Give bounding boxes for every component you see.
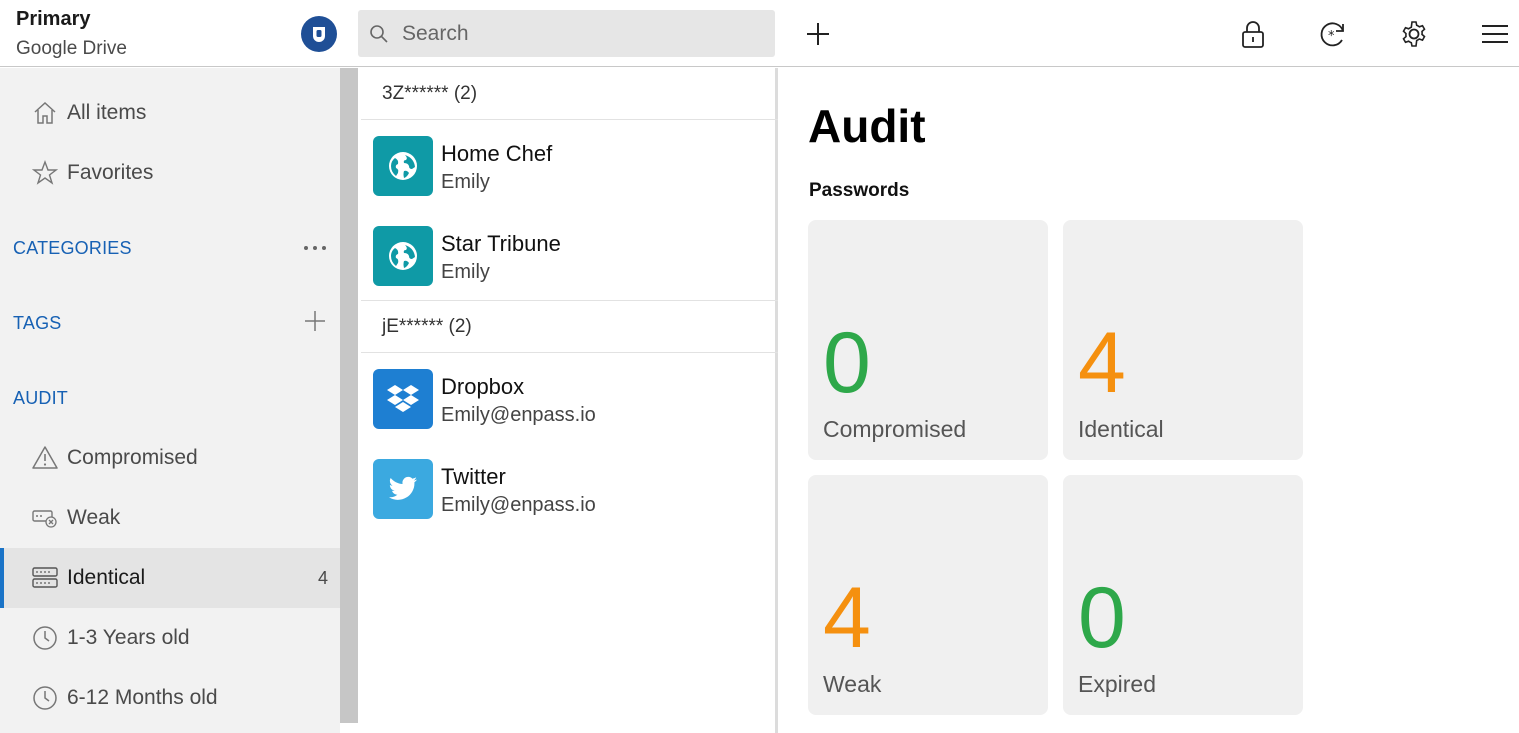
identical-icon — [32, 565, 58, 591]
sidebar-item-6-12-months-old[interactable]: 6-12 Months old — [0, 668, 340, 728]
item-list: 3Z****** (2) Home Chef Emily Star Tribun… — [361, 68, 778, 733]
svg-text:*: * — [1328, 29, 1335, 44]
item-subtitle: Emily — [441, 171, 490, 193]
audit-card-expired[interactable]: 0 Expired — [1063, 475, 1303, 715]
star-icon — [32, 160, 58, 186]
enpass-logo-icon[interactable] — [301, 16, 337, 52]
home-icon — [32, 100, 58, 126]
vault-title[interactable]: Primary — [16, 8, 91, 31]
search-input[interactable] — [402, 21, 752, 46]
clock-icon — [32, 625, 58, 651]
sidebar-item-compromised[interactable]: Compromised — [0, 428, 340, 488]
lock-icon — [1242, 21, 1264, 48]
warning-icon — [32, 445, 58, 471]
sidebar-item-label: 1-3 Years old — [67, 626, 190, 649]
sidebar-item-all-items[interactable]: All items — [0, 83, 340, 143]
audit-heading[interactable]: AUDIT — [13, 388, 68, 409]
sidebar-item-label: Weak — [67, 506, 121, 529]
weak-password-icon — [32, 505, 58, 531]
audit-card-label: Weak — [823, 671, 882, 697]
tags-heading[interactable]: TAGS — [13, 313, 61, 334]
item-title: Twitter — [441, 464, 506, 489]
sidebar-item-favorites[interactable]: Favorites — [0, 143, 340, 203]
audit-card-weak[interactable]: 4 Weak — [808, 475, 1048, 715]
plus-icon — [807, 23, 829, 45]
list-item-home-chef[interactable]: Home Chef Emily — [361, 120, 778, 210]
sidebar-item-1-3-years-old[interactable]: 1-3 Years old — [0, 608, 340, 668]
group-header-label: jE****** (2) — [382, 315, 472, 337]
add-tag-button[interactable] — [300, 309, 330, 333]
group-header: 3Z****** (2) — [361, 68, 778, 120]
sidebar-item-label: 6-12 Months old — [67, 686, 218, 709]
item-title: Dropbox — [441, 374, 525, 399]
sidebar-item-identical[interactable]: Identical 4 — [0, 548, 340, 608]
clock-icon — [32, 685, 58, 711]
group-header-label: 3Z****** (2) — [382, 82, 478, 104]
sidebar-item-label: Compromised — [67, 446, 198, 469]
item-title: Star Tribune — [441, 231, 561, 256]
vault-subtitle[interactable]: Google Drive — [16, 38, 127, 60]
audit-card-label: Compromised — [823, 416, 967, 442]
item-subtitle: Emily — [441, 261, 490, 283]
sync-icon: * — [1320, 22, 1344, 47]
more-icon — [304, 246, 326, 250]
audit-card-value: 4 — [1078, 315, 1126, 411]
list-item-star-tribune[interactable]: Star Tribune Emily — [361, 210, 778, 300]
sidebar-item-weak[interactable]: Weak — [0, 488, 340, 548]
audit-card-value: 0 — [1078, 570, 1126, 666]
search-box[interactable] — [358, 10, 775, 57]
gear-icon — [1402, 21, 1426, 47]
item-subtitle: Emily@enpass.io — [441, 404, 596, 426]
list-item-dropbox[interactable]: Dropbox Emily@enpass.io — [361, 353, 778, 443]
group-header: jE****** (2) — [361, 301, 778, 353]
categories-heading[interactable]: CATEGORIES — [13, 238, 132, 259]
audit-card-identical[interactable]: 4 Identical — [1063, 220, 1303, 460]
globe-icon — [373, 136, 433, 196]
item-title: Home Chef — [441, 141, 553, 166]
categories-more-button[interactable] — [300, 236, 330, 260]
section-heading: Passwords — [809, 180, 910, 201]
sidebar-scrollbar[interactable] — [340, 68, 358, 723]
settings-button[interactable] — [1397, 17, 1431, 51]
item-count-badge: 4 — [317, 567, 328, 588]
top-bar: Primary Google Drive * — [0, 0, 1519, 67]
page-title: Audit — [808, 100, 926, 152]
audit-pane: Audit Passwords 0 Compromised 4 Identica… — [781, 68, 1519, 733]
dropbox-icon — [373, 369, 433, 429]
list-item-twitter[interactable]: Twitter Emily@enpass.io — [361, 443, 778, 533]
audit-card-label: Identical — [1078, 416, 1164, 442]
item-subtitle: Emily@enpass.io — [441, 494, 596, 516]
sidebar-item-label: All items — [67, 101, 147, 124]
add-item-button[interactable] — [801, 17, 835, 51]
audit-card-value: 0 — [823, 315, 871, 411]
sidebar-item-label: Favorites — [67, 161, 154, 184]
main-menu-button[interactable] — [1478, 17, 1512, 51]
audit-card-value: 4 — [823, 570, 871, 666]
search-icon — [370, 24, 388, 43]
twitter-icon — [373, 459, 433, 519]
globe-icon — [373, 226, 433, 286]
menu-icon — [1482, 25, 1508, 43]
plus-icon — [305, 311, 325, 331]
sidebar-item-label: Identical — [67, 566, 146, 589]
lock-button[interactable] — [1236, 17, 1270, 51]
audit-card-label: Expired — [1078, 671, 1156, 697]
sync-button[interactable]: * — [1316, 17, 1350, 51]
audit-card-compromised[interactable]: 0 Compromised — [808, 220, 1048, 460]
sidebar: All items Favorites CATEGORIES TAGS AUDI… — [0, 68, 340, 733]
